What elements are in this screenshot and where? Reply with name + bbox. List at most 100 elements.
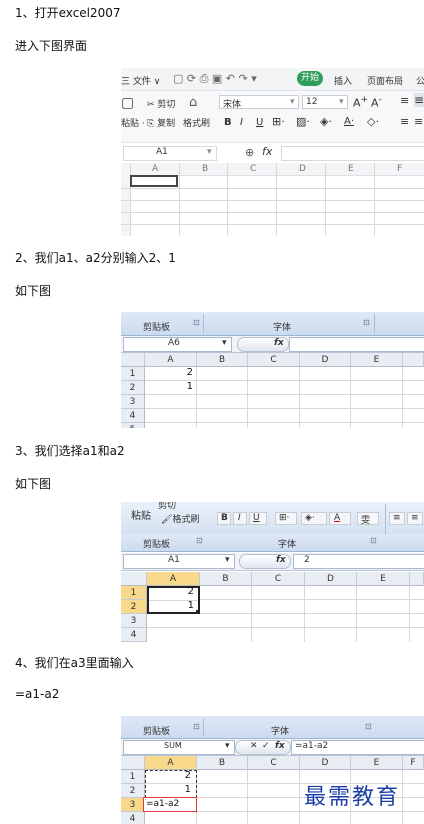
selected-cell-a1[interactable]	[130, 175, 178, 187]
enter-icon[interactable]: ✓	[262, 741, 270, 751]
fill-pattern-icon[interactable]: ▨·	[296, 115, 310, 128]
cell-a2[interactable]: 1	[154, 600, 194, 611]
column-header[interactable]: C	[248, 353, 300, 367]
underline-button[interactable]: U	[249, 512, 267, 525]
border-icon[interactable]: ⊞·	[272, 115, 285, 128]
column-header[interactable]: F	[397, 164, 402, 174]
decrease-font-icon[interactable]: A-	[371, 94, 382, 110]
row-header[interactable]: 4	[121, 409, 145, 423]
tab-page-layout[interactable]: 页面布局	[367, 74, 403, 87]
format-painter-button[interactable]: 格式刷	[183, 116, 210, 129]
font-color-icon[interactable]: A·	[344, 116, 354, 127]
formula-input[interactable]: =a1-a2	[291, 740, 424, 755]
select-all-corner[interactable]	[121, 572, 147, 586]
fx-icon[interactable]: fx	[275, 741, 285, 751]
format-painter-icon[interactable]: ⌂	[189, 95, 197, 110]
name-box[interactable]: A6 ▾	[123, 337, 232, 352]
cell-a3-editing[interactable]: =a1-a2	[143, 797, 197, 812]
cell-a1[interactable]: 2	[153, 367, 193, 378]
dialog-launcher-icon[interactable]: ⊡	[370, 536, 377, 545]
column-header[interactable]: F	[403, 756, 424, 770]
column-header[interactable]: B	[202, 164, 208, 174]
font-color-button[interactable]: A	[329, 512, 351, 525]
file-menu[interactable]: 三 文件 ∨	[121, 74, 160, 87]
dialog-launcher-icon[interactable]: ⊡	[193, 318, 200, 327]
row-header[interactable]: 4	[121, 812, 145, 824]
italic-button[interactable]: I	[233, 512, 247, 525]
dialog-launcher-icon[interactable]: ⊡	[363, 318, 370, 327]
column-header[interactable]: E	[351, 353, 403, 367]
border-button[interactable]: ⊞·	[275, 512, 297, 525]
paste-icon[interactable]: ▢	[121, 95, 134, 111]
row-header[interactable]: 2	[121, 600, 147, 614]
column-header[interactable]: C	[248, 756, 300, 770]
row-header[interactable]: 1	[121, 586, 147, 600]
formula-input[interactable]	[289, 337, 424, 352]
column-header[interactable]: D	[299, 164, 306, 174]
copy-button[interactable]: ⎘ 复制	[147, 116, 175, 129]
row-header[interactable]: 1	[121, 367, 145, 381]
format-painter-button[interactable]: 🖌格式刷	[161, 512, 199, 525]
fx-icon[interactable]: fx	[276, 555, 286, 565]
name-box[interactable]: SUM ▾	[123, 740, 235, 755]
fill-handle[interactable]	[196, 610, 200, 614]
fx-icon[interactable]: fx	[262, 145, 272, 158]
underline-button[interactable]: U	[256, 117, 263, 128]
paste-button[interactable]: 粘贴	[131, 507, 151, 522]
phonetic-button[interactable]: 雯	[357, 512, 379, 526]
align-middle-icon[interactable]: ≡	[414, 93, 424, 107]
row-header[interactable]: 3	[121, 798, 145, 812]
row-header[interactable]: 3	[121, 614, 147, 628]
column-header[interactable]: B	[200, 572, 252, 586]
align-center-icon[interactable]: ≡	[414, 115, 423, 128]
column-header[interactable]: E	[357, 572, 410, 586]
column-header[interactable]: B	[197, 756, 248, 770]
row-header[interactable]: 5	[121, 423, 145, 428]
row-header[interactable]: 3	[121, 395, 145, 409]
font-size-select[interactable]: 12 ▾	[302, 95, 348, 109]
tab-start[interactable]: 开始	[297, 71, 323, 86]
formula-input[interactable]	[281, 146, 424, 161]
column-header[interactable]: A	[152, 164, 158, 174]
clear-format-icon[interactable]: ◇·	[367, 115, 379, 128]
increase-font-icon[interactable]: A+	[353, 94, 368, 110]
bold-button[interactable]: B	[217, 512, 231, 525]
fx-icon[interactable]: fx	[274, 338, 284, 348]
column-header[interactable]: A	[145, 756, 197, 770]
column-header[interactable]: C	[250, 164, 256, 174]
column-header[interactable]: D	[305, 572, 357, 586]
font-name-select[interactable]: 宋体 ▾	[219, 95, 299, 110]
paste-button[interactable]: 粘贴 ·	[121, 116, 145, 129]
column-header[interactable]: B	[197, 353, 248, 367]
align-center-button[interactable]: ≡	[407, 512, 423, 525]
formula-input[interactable]: 2	[293, 554, 424, 569]
align-top-icon[interactable]: ≡	[400, 94, 409, 107]
row-header[interactable]: 2	[121, 381, 145, 395]
tab-insert[interactable]: 插入	[334, 74, 352, 87]
cancel-icon[interactable]: ✕	[250, 741, 258, 751]
column-header[interactable]: E	[348, 164, 354, 174]
align-left-icon[interactable]: ≡	[400, 115, 409, 128]
cell-a1[interactable]: 2	[151, 770, 191, 781]
row-header[interactable]: 1	[121, 770, 145, 784]
name-box[interactable]: A1 ▾	[123, 554, 235, 569]
row-header[interactable]: 2	[121, 784, 145, 798]
zoom-icon[interactable]: ⊕	[245, 146, 254, 159]
select-all-corner[interactable]	[121, 353, 145, 367]
bold-button[interactable]: B	[224, 117, 232, 128]
fill-color-icon[interactable]: ◈·	[320, 115, 332, 128]
tab-formula[interactable]: 公	[416, 74, 424, 87]
column-header[interactable]: D	[300, 353, 351, 367]
row-header[interactable]: 4	[121, 628, 147, 642]
cell-a2[interactable]: 1	[153, 381, 193, 392]
column-header[interactable]: A	[147, 572, 200, 586]
column-header[interactable]: E	[351, 756, 403, 770]
name-box[interactable]: A1 ▾	[123, 146, 217, 161]
cut-button[interactable]: 剪切	[158, 502, 176, 511]
column-header[interactable]	[410, 572, 424, 586]
align-left-button[interactable]: ≡	[389, 512, 405, 525]
dialog-launcher-icon[interactable]: ⊡	[193, 722, 200, 731]
italic-button[interactable]: I	[240, 117, 243, 128]
column-header[interactable]: D	[300, 756, 351, 770]
cell-a2[interactable]: 1	[151, 784, 191, 795]
